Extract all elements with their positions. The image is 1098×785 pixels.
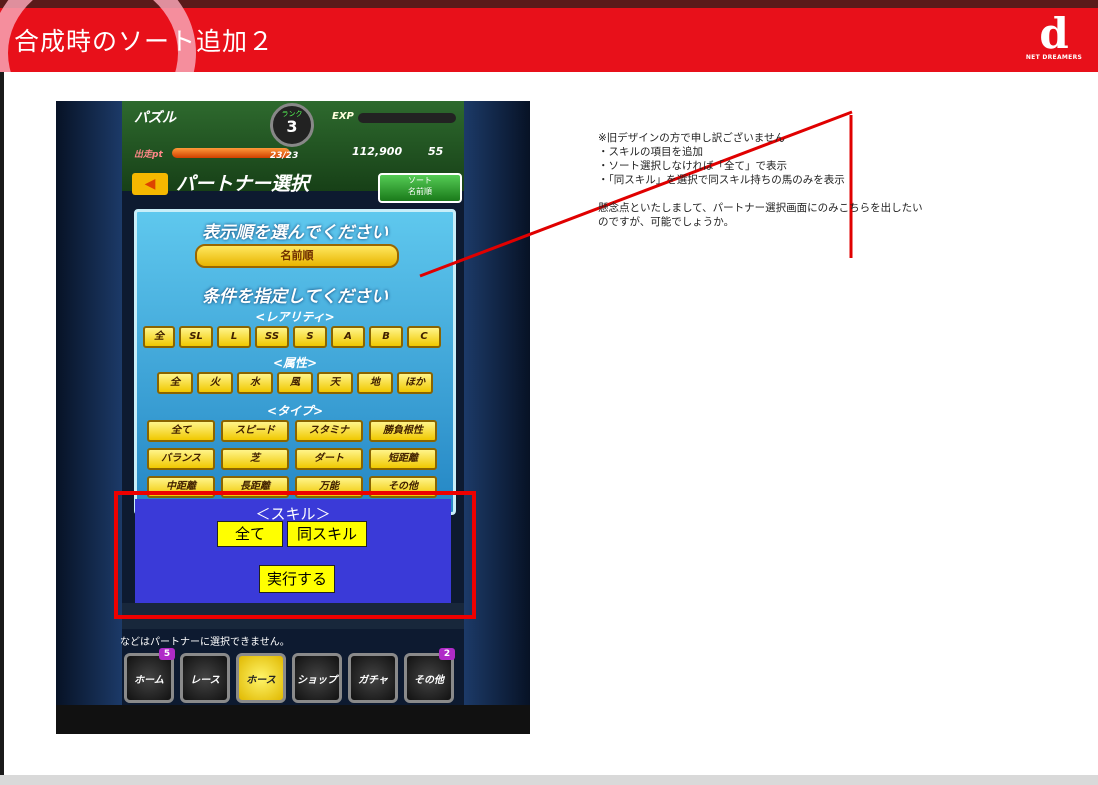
annotation-note: ※旧デザインの方で申し訳ございません ・スキルの項目を追加 ・ソート選択しなけれ…: [598, 131, 923, 229]
note-line: のですが、可能でしょうか。: [598, 216, 735, 228]
note-line: ・ソート選択しなければ「全て」で表示: [598, 160, 787, 172]
note-line: 懸念点といたしまして、パートナー選択画面にのみこちらを出したい: [598, 202, 923, 214]
note-line: ・スキルの項目を追加: [598, 146, 703, 158]
note-line: ※旧デザインの方で申し訳ございません: [598, 132, 785, 144]
annotation-lines: [419, 110, 853, 278]
note-line: ・「同スキル」を選択で同スキル持ちの馬のみを表示: [598, 174, 845, 186]
note-line: [598, 187, 923, 201]
